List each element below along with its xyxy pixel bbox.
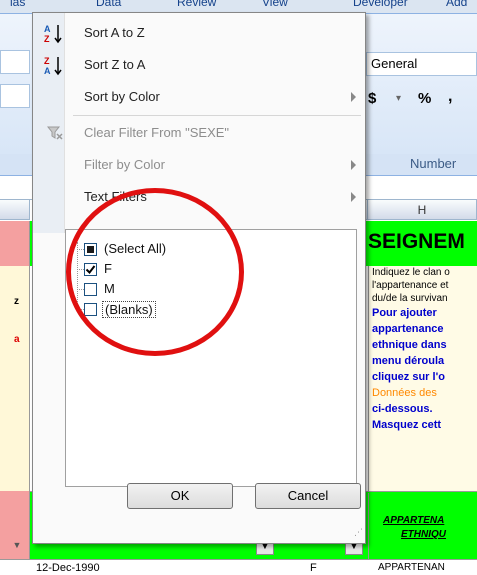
submenu-arrow-icon — [351, 92, 356, 102]
left-cell-text: z — [14, 296, 19, 307]
clear-filter-icon — [46, 125, 63, 144]
sort-by-color-item[interactable]: Sort by Color — [33, 81, 365, 113]
number-format-select[interactable]: General — [366, 52, 477, 76]
sort-a-to-z-label: Sort A to Z — [84, 25, 145, 40]
percent-style-button[interactable]: % — [418, 88, 440, 110]
column-header-h[interactable]: H — [368, 200, 477, 220]
column-title-cell[interactable]: APPARTENA ETHNIQU — [368, 493, 477, 559]
align-icon[interactable] — [0, 50, 30, 74]
clear-filter-label: Clear Filter From "SEXE" — [84, 125, 230, 140]
instruction-cell[interactable]: Indiquez le clan o l'appartenance et du/… — [368, 266, 477, 491]
column-title-line: ETHNIQU — [401, 529, 446, 540]
instruction-line: cliquez sur l'o — [372, 371, 445, 383]
svg-text:A: A — [44, 66, 51, 76]
annotation-circle — [66, 188, 244, 356]
instruction-line: du/de la survivan — [372, 293, 448, 304]
left-cell-text: a — [14, 334, 20, 345]
instruction-line: Pour ajouter — [372, 307, 437, 319]
instruction-line: Indiquez le clan o — [372, 267, 450, 278]
sort-descending-icon: Z A — [43, 55, 63, 76]
instruction-line: appartenance — [372, 323, 444, 335]
svg-text:A: A — [44, 24, 51, 34]
instruction-line: Données des — [372, 387, 437, 399]
sheet-header-text: SEIGNEM — [368, 230, 465, 253]
row-header-pink — [0, 221, 30, 266]
ribbon-tab-addins[interactable]: Add — [446, 0, 467, 9]
menu-separator — [73, 115, 361, 116]
ok-button[interactable]: OK — [127, 483, 233, 509]
sort-z-to-a-item[interactable]: Z A Sort Z to A — [33, 49, 365, 81]
sort-a-to-z-item[interactable]: A Z Sort A to Z — [33, 17, 365, 49]
filter-by-color-label: Filter by Color — [84, 157, 165, 172]
currency-format-button[interactable]: $ — [368, 88, 394, 110]
date-cell[interactable]: 12-Dec-1990 — [36, 562, 100, 574]
ribbon-tab-view[interactable]: View — [262, 0, 288, 9]
instruction-line: l'appartenance et — [372, 280, 449, 291]
submenu-arrow-icon — [351, 192, 356, 202]
comma-style-button[interactable]: , — [448, 86, 462, 108]
svg-text:Z: Z — [44, 56, 50, 66]
instruction-line: ci-dessous. — [372, 403, 433, 415]
instruction-line: Masquez cett — [372, 419, 442, 431]
ribbon-tab-review[interactable]: Review — [177, 0, 216, 9]
filter-dropdown-button[interactable]: ▼ — [8, 537, 26, 555]
sort-ascending-icon: A Z — [43, 23, 63, 44]
instruction-line: menu déroula — [372, 355, 445, 367]
sort-by-color-label: Sort by Color — [84, 89, 160, 104]
submenu-arrow-icon — [351, 160, 356, 170]
chevron-down-icon[interactable]: ▾ — [396, 88, 410, 110]
align-icon[interactable] — [0, 84, 30, 108]
ribbon-tab-formulas[interactable]: ias — [10, 0, 25, 9]
sex-cell[interactable]: F — [310, 562, 317, 574]
row-header-corner[interactable] — [0, 200, 30, 220]
number-group-label: Number — [410, 156, 457, 171]
appartenance-cell[interactable]: APPARTENAN — [378, 562, 445, 573]
svg-text:Z: Z — [44, 34, 50, 44]
column-title-line: APPARTENA — [383, 515, 445, 526]
clear-filter-item[interactable]: Clear Filter From "SEXE" — [33, 117, 365, 149]
ribbon-tab-developer[interactable]: Developer — [353, 0, 408, 9]
cancel-button[interactable]: Cancel — [255, 483, 361, 509]
resize-grip-icon[interactable]: ⋰ — [349, 525, 363, 539]
instruction-line: ethnique dans — [372, 339, 447, 351]
sort-z-to-a-label: Sort Z to A — [84, 57, 146, 72]
filter-by-color-item[interactable]: Filter by Color — [33, 149, 365, 181]
ribbon-tab-data[interactable]: Data — [96, 0, 121, 9]
